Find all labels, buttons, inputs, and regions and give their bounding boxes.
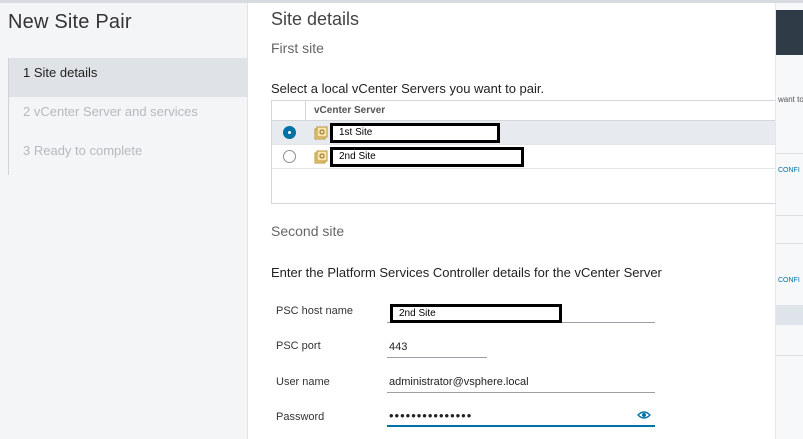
background-text: want to — [778, 95, 803, 104]
user-name-label: User name — [276, 376, 330, 388]
step-ready-to-complete: 3 Ready to complete — [23, 143, 143, 158]
column-vcenter-server: vCenter Server — [314, 105, 386, 116]
password-label: Password — [276, 411, 325, 423]
background-row-highlight — [776, 305, 803, 325]
grid-header: vCenter Server — [272, 101, 775, 121]
select-column — [272, 101, 306, 120]
vcenter-icon — [314, 126, 328, 140]
row-name-1: 1st Site — [330, 123, 500, 143]
grid-row-2[interactable]: 2nd Site — [272, 145, 775, 169]
vcenter-icon — [314, 150, 328, 164]
eye-icon[interactable] — [637, 410, 651, 420]
background-divider — [776, 153, 803, 154]
row-radio-2[interactable] — [283, 150, 296, 163]
background-divider — [776, 355, 803, 356]
psc-port-input[interactable]: 443 — [387, 338, 487, 358]
psc-host-value: 2nd Site — [390, 304, 562, 323]
psc-host-label: PSC host name — [276, 305, 354, 317]
wizard-steps: 1 Site details 2 vCenter Server and serv… — [8, 58, 248, 175]
first-site-instruction: Select a local vCenter Servers you want … — [271, 81, 545, 96]
wizard-title: New Site Pair — [8, 11, 132, 33]
background-divider — [776, 215, 803, 216]
background-header — [776, 10, 803, 55]
background-divider — [776, 243, 803, 244]
wizard-sidebar: New Site Pair 1 Site details 2 vCenter S… — [0, 3, 248, 439]
password-value: ••••••••••••••• — [389, 408, 473, 423]
row-radio-1[interactable] — [283, 126, 296, 139]
main-content: Site details First site Select a local v… — [271, 3, 781, 439]
first-site-heading: First site — [271, 40, 324, 56]
grid-row-1[interactable]: 1st Site — [272, 121, 775, 145]
second-site-instruction: Enter the Platform Services Controller d… — [271, 265, 662, 280]
step-vcenter-services: 2 vCenter Server and services — [23, 104, 198, 119]
background-page: want to CONFI CONFI — [775, 3, 803, 439]
step-site-details[interactable]: 1 Site details — [9, 58, 248, 97]
page-title: Site details — [271, 9, 360, 29]
user-name-input[interactable]: administrator@vsphere.local — [387, 373, 655, 393]
psc-port-label: PSC port — [276, 340, 321, 352]
second-site-heading: Second site — [271, 223, 345, 239]
background-configure-link-2: CONFI — [778, 277, 800, 284]
row-name-2: 2nd Site — [330, 147, 524, 167]
background-configure-link-1: CONFI — [778, 167, 800, 174]
vcenter-grid: vCenter Server 1st Site 2nd Site — [271, 100, 776, 204]
password-input[interactable]: ••••••••••••••• — [387, 407, 655, 427]
